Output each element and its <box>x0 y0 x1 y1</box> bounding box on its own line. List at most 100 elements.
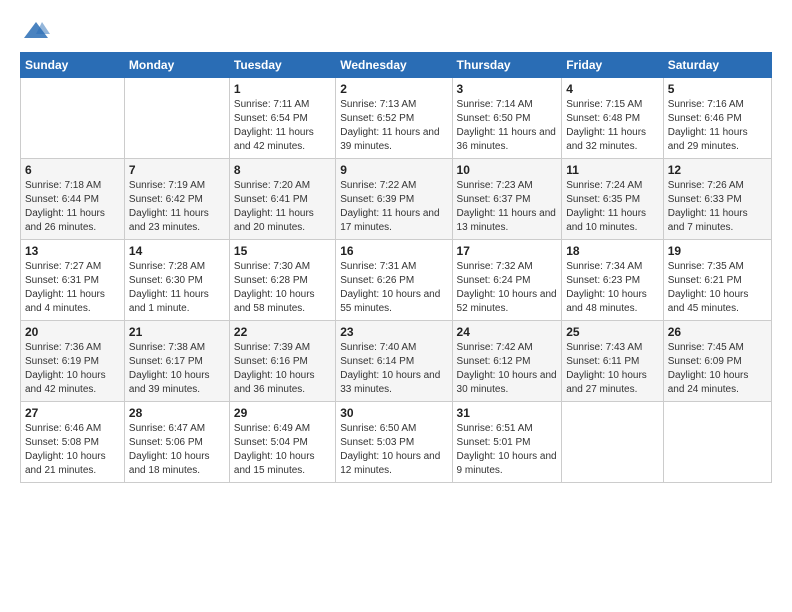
cell-day-number: 14 <box>129 244 225 258</box>
calendar-cell: 2 Sunrise: 7:13 AMSunset: 6:52 PMDaylight… <box>336 78 452 159</box>
week-row-5: 27 Sunrise: 6:46 AMSunset: 5:08 PMDayligh… <box>21 402 772 483</box>
logo <box>20 22 50 42</box>
cell-info: Sunrise: 7:35 AMSunset: 6:21 PMDaylight:… <box>668 260 767 316</box>
cell-info: Sunrise: 7:24 AMSunset: 6:35 PMDaylight:… <box>566 179 659 235</box>
calendar-cell: 18 Sunrise: 7:34 AMSunset: 6:23 PMDayligh… <box>562 240 664 321</box>
cell-day-number: 4 <box>566 82 659 96</box>
calendar-cell: 3Sunrise: 7:14 AMSunset: 6:50 PMDaylight… <box>452 78 562 159</box>
header-cell-friday: Friday <box>562 53 664 78</box>
calendar-cell: 31 Sunrise: 6:51 AMSunset: 5:01 PMDayligh… <box>452 402 562 483</box>
cell-info: Sunrise: 7:14 AMSunset: 6:50 PMDaylight:… <box>457 98 558 154</box>
header <box>20 18 772 42</box>
cell-day-number: 24 <box>457 325 558 339</box>
cell-info: Sunrise: 7:32 AMSunset: 6:24 PMDaylight:… <box>457 260 558 316</box>
calendar-cell: 19 Sunrise: 7:35 AMSunset: 6:21 PMDayligh… <box>663 240 771 321</box>
cell-day-number: 19 <box>668 244 767 258</box>
calendar-cell: 6 Sunrise: 7:18 AMSunset: 6:44 PMDaylight… <box>21 159 125 240</box>
calendar-cell: 7 Sunrise: 7:19 AMSunset: 6:42 PMDaylight… <box>124 159 229 240</box>
cell-day-number: 1 <box>234 82 331 96</box>
cell-info: Sunrise: 7:22 AMSunset: 6:39 PMDaylight:… <box>340 179 447 235</box>
cell-day-number: 12 <box>668 163 767 177</box>
cell-info: Sunrise: 7:36 AMSunset: 6:19 PMDaylight:… <box>25 341 120 397</box>
cell-day-number: 8 <box>234 163 331 177</box>
cell-info: Sunrise: 7:15 AMSunset: 6:48 PMDaylight:… <box>566 98 659 154</box>
page: SundayMondayTuesdayWednesdayThursdayFrid… <box>0 0 792 493</box>
cell-day-number: 18 <box>566 244 659 258</box>
cell-info: Sunrise: 7:39 AMSunset: 6:16 PMDaylight:… <box>234 341 331 397</box>
cell-info: Sunrise: 7:34 AMSunset: 6:23 PMDaylight:… <box>566 260 659 316</box>
calendar-cell <box>562 402 664 483</box>
cell-info: Sunrise: 7:38 AMSunset: 6:17 PMDaylight:… <box>129 341 225 397</box>
cell-day-number: 17 <box>457 244 558 258</box>
cell-day-number: 10 <box>457 163 558 177</box>
cell-day-number: 22 <box>234 325 331 339</box>
calendar-cell: 24 Sunrise: 7:42 AMSunset: 6:12 PMDayligh… <box>452 321 562 402</box>
cell-day-number: 25 <box>566 325 659 339</box>
cell-info: Sunrise: 6:50 AMSunset: 5:03 PMDaylight:… <box>340 422 447 478</box>
cell-day-number: 7 <box>129 163 225 177</box>
cell-day-number: 26 <box>668 325 767 339</box>
cell-info: Sunrise: 7:26 AMSunset: 6:33 PMDaylight:… <box>668 179 767 235</box>
cell-day-number: 6 <box>25 163 120 177</box>
cell-info: Sunrise: 7:27 AMSunset: 6:31 PMDaylight:… <box>25 260 120 316</box>
cell-info: Sunrise: 7:11 AMSunset: 6:54 PMDaylight:… <box>234 98 331 154</box>
calendar-cell: 11Sunrise: 7:24 AMSunset: 6:35 PMDayligh… <box>562 159 664 240</box>
calendar-cell: 21 Sunrise: 7:38 AMSunset: 6:17 PMDayligh… <box>124 321 229 402</box>
calendar-cell: 22 Sunrise: 7:39 AMSunset: 6:16 PMDayligh… <box>229 321 335 402</box>
cell-day-number: 21 <box>129 325 225 339</box>
calendar-cell: 30Sunrise: 6:50 AMSunset: 5:03 PMDayligh… <box>336 402 452 483</box>
cell-info: Sunrise: 6:46 AMSunset: 5:08 PMDaylight:… <box>25 422 120 478</box>
calendar-cell: 29 Sunrise: 6:49 AMSunset: 5:04 PMDayligh… <box>229 402 335 483</box>
cell-day-number: 27 <box>25 406 120 420</box>
cell-info: Sunrise: 7:45 AMSunset: 6:09 PMDaylight:… <box>668 341 767 397</box>
calendar-cell <box>124 78 229 159</box>
cell-day-number: 23 <box>340 325 447 339</box>
calendar-cell: 17 Sunrise: 7:32 AMSunset: 6:24 PMDayligh… <box>452 240 562 321</box>
cell-day-number: 9 <box>340 163 447 177</box>
calendar-cell <box>663 402 771 483</box>
calendar-cell: 10 Sunrise: 7:23 AMSunset: 6:37 PMDayligh… <box>452 159 562 240</box>
calendar-table: SundayMondayTuesdayWednesdayThursdayFrid… <box>20 52 772 483</box>
cell-day-number: 28 <box>129 406 225 420</box>
week-row-3: 13 Sunrise: 7:27 AMSunset: 6:31 PMDayligh… <box>21 240 772 321</box>
cell-day-number: 29 <box>234 406 331 420</box>
calendar-cell: 14Sunrise: 7:28 AMSunset: 6:30 PMDayligh… <box>124 240 229 321</box>
calendar-cell: 1 Sunrise: 7:11 AMSunset: 6:54 PMDaylight… <box>229 78 335 159</box>
week-row-4: 20 Sunrise: 7:36 AMSunset: 6:19 PMDayligh… <box>21 321 772 402</box>
calendar-cell: 23 Sunrise: 7:40 AMSunset: 6:14 PMDayligh… <box>336 321 452 402</box>
cell-day-number: 15 <box>234 244 331 258</box>
cell-info: Sunrise: 7:19 AMSunset: 6:42 PMDaylight:… <box>129 179 225 235</box>
cell-info: Sunrise: 7:23 AMSunset: 6:37 PMDaylight:… <box>457 179 558 235</box>
cell-day-number: 20 <box>25 325 120 339</box>
calendar-cell: 13 Sunrise: 7:27 AMSunset: 6:31 PMDayligh… <box>21 240 125 321</box>
cell-info: Sunrise: 7:16 AMSunset: 6:46 PMDaylight:… <box>668 98 767 154</box>
cell-day-number: 2 <box>340 82 447 96</box>
header-cell-wednesday: Wednesday <box>336 53 452 78</box>
cell-info: Sunrise: 7:40 AMSunset: 6:14 PMDaylight:… <box>340 341 447 397</box>
cell-info: Sunrise: 7:13 AMSunset: 6:52 PMDaylight:… <box>340 98 447 154</box>
calendar-cell: 27 Sunrise: 6:46 AMSunset: 5:08 PMDayligh… <box>21 402 125 483</box>
cell-info: Sunrise: 7:18 AMSunset: 6:44 PMDaylight:… <box>25 179 120 235</box>
header-cell-thursday: Thursday <box>452 53 562 78</box>
week-row-2: 6 Sunrise: 7:18 AMSunset: 6:44 PMDaylight… <box>21 159 772 240</box>
cell-info: Sunrise: 7:43 AMSunset: 6:11 PMDaylight:… <box>566 341 659 397</box>
calendar-cell: 20 Sunrise: 7:36 AMSunset: 6:19 PMDayligh… <box>21 321 125 402</box>
header-row: SundayMondayTuesdayWednesdayThursdayFrid… <box>21 53 772 78</box>
cell-day-number: 5 <box>668 82 767 96</box>
cell-info: Sunrise: 7:20 AMSunset: 6:41 PMDaylight:… <box>234 179 331 235</box>
cell-info: Sunrise: 7:30 AMSunset: 6:28 PMDaylight:… <box>234 260 331 316</box>
calendar-cell: 16Sunrise: 7:31 AMSunset: 6:26 PMDayligh… <box>336 240 452 321</box>
cell-info: Sunrise: 6:49 AMSunset: 5:04 PMDaylight:… <box>234 422 331 478</box>
calendar-cell: 9 Sunrise: 7:22 AMSunset: 6:39 PMDaylight… <box>336 159 452 240</box>
calendar-cell: 12 Sunrise: 7:26 AMSunset: 6:33 PMDayligh… <box>663 159 771 240</box>
week-row-1: 1 Sunrise: 7:11 AMSunset: 6:54 PMDaylight… <box>21 78 772 159</box>
cell-day-number: 13 <box>25 244 120 258</box>
calendar-cell: 5 Sunrise: 7:16 AMSunset: 6:46 PMDaylight… <box>663 78 771 159</box>
calendar-cell: 15 Sunrise: 7:30 AMSunset: 6:28 PMDayligh… <box>229 240 335 321</box>
cell-info: Sunrise: 6:51 AMSunset: 5:01 PMDaylight:… <box>457 422 558 478</box>
calendar-cell: 25 Sunrise: 7:43 AMSunset: 6:11 PMDayligh… <box>562 321 664 402</box>
cell-day-number: 31 <box>457 406 558 420</box>
cell-info: Sunrise: 7:42 AMSunset: 6:12 PMDaylight:… <box>457 341 558 397</box>
cell-info: Sunrise: 7:31 AMSunset: 6:26 PMDaylight:… <box>340 260 447 316</box>
calendar-cell <box>21 78 125 159</box>
